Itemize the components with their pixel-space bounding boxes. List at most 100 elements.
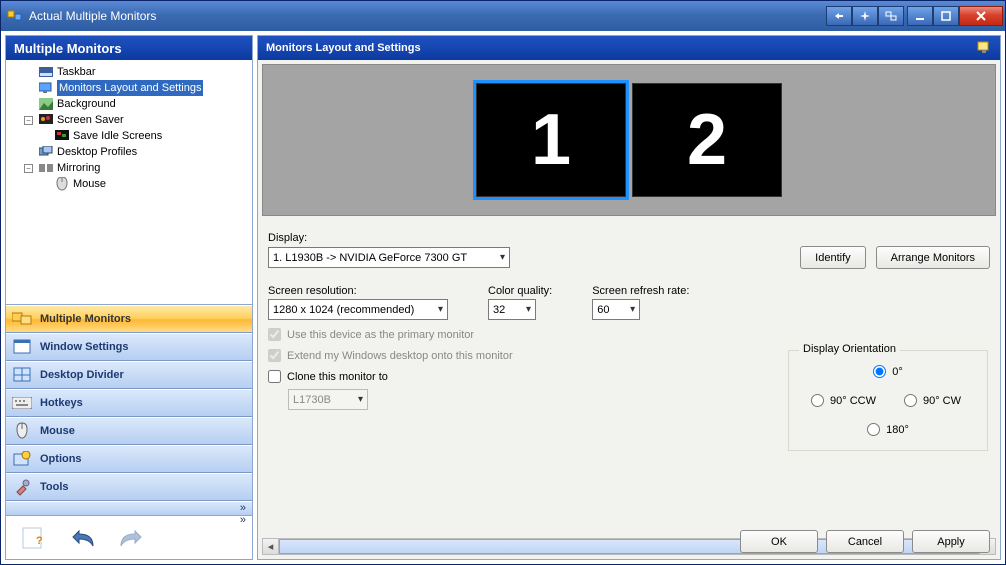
tree-layout[interactable]: Monitors Layout and Settings — [24, 80, 250, 96]
nav-hotkeys[interactable]: Hotkeys — [6, 389, 252, 417]
nav-mouse[interactable]: Mouse — [6, 417, 252, 445]
content-title: Monitors Layout and Settings — [266, 42, 421, 54]
tree-label: Mirroring — [57, 160, 100, 176]
monitor-1[interactable]: 1 — [476, 83, 626, 197]
taskbar-icon — [39, 65, 53, 79]
apply-button[interactable]: Apply — [912, 530, 990, 553]
orient-180-radio[interactable] — [867, 423, 880, 436]
clone-checkbox-input[interactable] — [268, 370, 281, 383]
help-icon[interactable]: ? — [20, 523, 50, 553]
nav-desktop-divider[interactable]: Desktop Divider — [6, 361, 252, 389]
monitor-2[interactable]: 2 — [632, 83, 782, 197]
display-select[interactable]: 1. L1930B -> NVIDIA GeForce 7300 GT — [268, 247, 510, 268]
mouse-icon — [55, 177, 69, 191]
window-title: Actual Multiple Monitors — [29, 9, 826, 23]
clone-target-value: L1730B — [293, 394, 331, 406]
nav-label: Options — [40, 453, 82, 465]
dialog-buttons: OK Cancel Apply — [740, 530, 990, 553]
minimize-button[interactable] — [907, 6, 933, 26]
scroll-left-button[interactable]: ◂ — [263, 539, 279, 554]
left-header: Multiple Monitors — [6, 36, 252, 60]
tree-screensaver[interactable]: − Screen Saver — [24, 112, 250, 128]
content-area: 1 2 Display: 1. L1930B -> NVIDIA GeForce… — [258, 60, 1000, 559]
color-select[interactable]: 32 — [488, 299, 536, 320]
color-value: 32 — [493, 304, 505, 316]
orientation-group: Display Orientation 0° 90° CCW 90° CW 18… — [788, 350, 988, 451]
ok-button[interactable]: OK — [740, 530, 818, 553]
clone-label: Clone this monitor to — [287, 371, 388, 383]
tree-mirroring[interactable]: − Mirroring — [24, 160, 250, 176]
nav-window-settings[interactable]: Window Settings — [6, 333, 252, 361]
save-idle-icon — [55, 129, 69, 143]
nav-label: Window Settings — [40, 341, 129, 353]
refresh-label: Screen refresh rate: — [592, 285, 689, 297]
nav-label: Multiple Monitors — [40, 313, 131, 325]
profiles-icon — [39, 145, 53, 159]
nav-collapse-button[interactable]: »» — [6, 501, 252, 515]
tree-desktop-profiles[interactable]: Desktop Profiles — [24, 144, 250, 160]
tree-taskbar[interactable]: Taskbar — [24, 64, 250, 80]
cancel-button[interactable]: Cancel — [826, 530, 904, 553]
window-icon — [12, 337, 32, 357]
mouse-icon — [12, 421, 32, 441]
close-button[interactable] — [959, 6, 1003, 26]
nav-label: Mouse — [40, 425, 75, 437]
extend-label: Extend my Windows desktop onto this moni… — [287, 350, 513, 362]
app-icon — [7, 8, 23, 24]
nav-multiple-monitors[interactable]: Multiple Monitors — [6, 305, 252, 333]
right-pane: Monitors Layout and Settings 1 2 Display… — [257, 35, 1001, 560]
screensaver-icon — [39, 113, 53, 127]
nav-tools[interactable]: Tools — [6, 473, 252, 501]
orient-90ccw-radio[interactable] — [811, 394, 824, 407]
display-label: Display: — [268, 232, 990, 244]
undo-icon[interactable] — [68, 523, 98, 553]
maximize-button[interactable] — [933, 6, 959, 26]
nav-tree[interactable]: Taskbar Monitors Layout and Settings Bac… — [6, 60, 252, 304]
orient-90cw-label: 90° CW — [923, 395, 961, 407]
refresh-select[interactable]: 60 — [592, 299, 640, 320]
tree-mouse[interactable]: Mouse — [40, 176, 250, 192]
mirroring-icon — [39, 161, 53, 175]
nav-label: Desktop Divider — [40, 369, 124, 381]
orient-90cw-radio[interactable] — [904, 394, 917, 407]
monitors-icon — [12, 309, 32, 329]
orient-180-label: 180° — [886, 424, 909, 436]
app-window: Actual Multiple Monitors Multiple Monito… — [0, 0, 1006, 565]
header-icon[interactable] — [976, 40, 992, 56]
primary-checkbox-input — [268, 328, 281, 341]
svg-text:?: ? — [36, 535, 43, 547]
tree-save-idle[interactable]: Save Idle Screens — [40, 128, 250, 144]
resolution-select[interactable]: 1280 x 1024 (recommended) — [268, 299, 448, 320]
titlebar-buttons — [826, 6, 1003, 26]
primary-label: Use this device as the primary monitor — [287, 329, 474, 341]
arrange-button[interactable]: Arrange Monitors — [876, 246, 990, 269]
tree-background[interactable]: Background — [24, 96, 250, 112]
nav-label: Tools — [40, 481, 69, 493]
titlebar[interactable]: Actual Multiple Monitors — [1, 1, 1005, 31]
titlebar-extra1-button[interactable] — [826, 6, 852, 26]
orient-0-radio[interactable] — [873, 365, 886, 378]
titlebar-extra2-button[interactable] — [852, 6, 878, 26]
left-pane: Multiple Monitors Taskbar Monitors Layou… — [5, 35, 253, 560]
orientation-label: Display Orientation — [799, 343, 900, 355]
nav-bar: Multiple Monitors Window Settings Deskto… — [6, 304, 252, 515]
divider-icon — [12, 365, 32, 385]
app-body: Multiple Monitors Taskbar Monitors Layou… — [1, 31, 1005, 564]
monitor-preview[interactable]: 1 2 — [262, 64, 996, 216]
tree-label: Taskbar — [57, 64, 96, 80]
collapse-icon[interactable]: − — [24, 116, 33, 125]
background-icon — [39, 97, 53, 111]
options-icon — [12, 449, 32, 469]
resolution-value: 1280 x 1024 (recommended) — [273, 304, 414, 316]
nav-label: Hotkeys — [40, 397, 83, 409]
redo-icon[interactable] — [116, 523, 146, 553]
collapse-icon[interactable]: − — [24, 164, 33, 173]
titlebar-extra3-button[interactable] — [878, 6, 904, 26]
color-label: Color quality: — [488, 285, 552, 297]
resolution-row: Screen resolution: 1280 x 1024 (recommen… — [268, 279, 728, 320]
bottom-toolbar: ? — [6, 515, 252, 559]
nav-options[interactable]: Options — [6, 445, 252, 473]
identify-button[interactable]: Identify — [800, 246, 865, 269]
tree-label: Desktop Profiles — [57, 144, 137, 160]
tree-label: Screen Saver — [57, 112, 124, 128]
